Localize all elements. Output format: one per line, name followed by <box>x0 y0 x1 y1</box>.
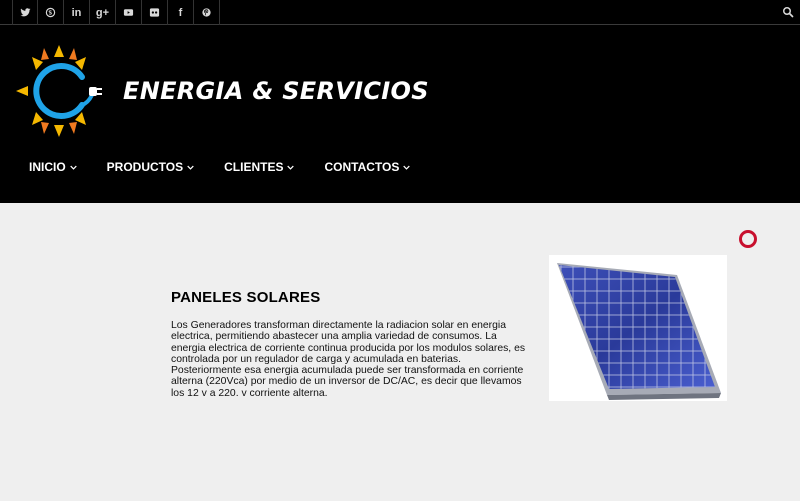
chevron-down-icon <box>287 165 295 170</box>
google-plus-glyph: g+ <box>95 6 110 19</box>
nav-item-label: PRODUCTOS <box>106 160 184 174</box>
site-header: ENERGIA & SERVICIOS INICIO PRODUCTOS CLI… <box>0 25 800 203</box>
section-description: Los Generadores transforman directamente… <box>171 320 533 399</box>
description-paragraph: Los Generadores transforman directamente… <box>171 320 526 365</box>
brand-name[interactable]: ENERGIA & SERVICIOS <box>123 77 429 105</box>
nav-item-label: CLIENTES <box>224 160 284 174</box>
chevron-down-icon <box>187 165 194 170</box>
logo-icon[interactable] <box>16 43 102 139</box>
nav-item-clientes[interactable]: CLIENTES <box>224 160 295 174</box>
nav-item-label: CONTACTOS <box>324 160 400 174</box>
nav-item-label: INICIO <box>29 160 66 174</box>
facebook-glyph: f <box>178 6 183 19</box>
linkedin-icon[interactable]: in <box>64 0 90 25</box>
nav-item-inicio[interactable]: INICIO <box>29 160 77 174</box>
description-paragraph: Posteriormente esa energia acumulada pue… <box>171 365 524 399</box>
facebook-icon[interactable]: f <box>168 0 194 25</box>
section-title: PANELES SOLARES <box>171 289 321 306</box>
main-nav: INICIO PRODUCTOS CLIENTES CONTACTOS <box>29 160 440 174</box>
youtube-icon[interactable] <box>116 0 142 25</box>
chevron-down-icon <box>69 165 77 170</box>
solar-panel-image <box>549 255 727 401</box>
search-icon[interactable] <box>782 6 794 18</box>
pinterest-icon[interactable] <box>194 0 220 25</box>
skype-icon[interactable] <box>38 0 64 25</box>
twitter-icon[interactable] <box>12 0 38 25</box>
google-plus-icon[interactable]: g+ <box>90 0 116 25</box>
chevron-down-icon <box>403 165 411 170</box>
nav-item-contactos[interactable]: CONTACTOS <box>324 160 411 174</box>
flickr-icon[interactable] <box>142 0 168 25</box>
top-social-bar: in g+ f <box>0 0 800 25</box>
social-links: in g+ f <box>12 0 220 25</box>
nav-item-productos[interactable]: PRODUCTOS <box>107 160 194 174</box>
linkedin-glyph: in <box>71 6 82 19</box>
loading-ring-icon <box>739 230 757 248</box>
